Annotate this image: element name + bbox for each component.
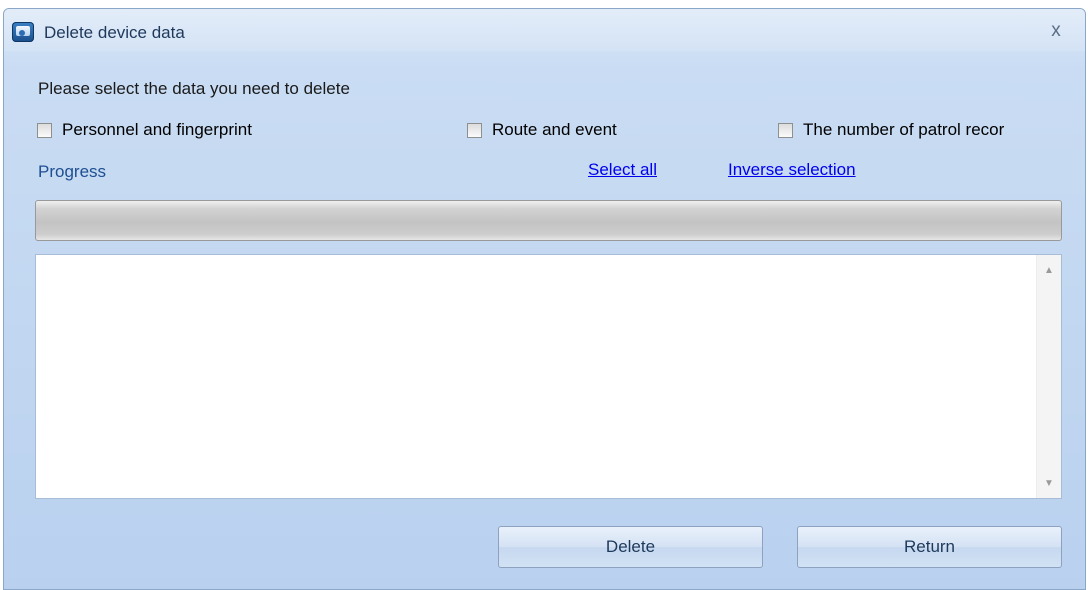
option-patrol-records[interactable]: The number of patrol recor <box>778 120 1004 140</box>
progress-label: Progress <box>38 162 107 181</box>
option-personnel-fingerprint[interactable]: Personnel and fingerprint <box>37 120 252 140</box>
scroll-down-arrow-icon[interactable]: ▼ <box>1037 472 1061 496</box>
instruction-text: Please select the data you need to delet… <box>38 79 350 98</box>
patrol-records-checkbox[interactable] <box>778 122 793 138</box>
scroll-up-arrow-icon[interactable]: ▲ <box>1037 259 1061 283</box>
app-icon <box>12 22 34 42</box>
close-button[interactable]: x <box>1045 20 1067 42</box>
log-textarea[interactable]: ▲ ▼ <box>35 254 1062 499</box>
log-content <box>36 255 1061 263</box>
personnel-fingerprint-label: Personnel and fingerprint <box>62 120 252 139</box>
vertical-scrollbar[interactable]: ▲ ▼ <box>1036 255 1061 498</box>
window-title: Delete device data <box>44 23 185 42</box>
option-route-event[interactable]: Route and event <box>467 120 617 140</box>
delete-device-data-dialog: Delete device data x Please select the d… <box>3 8 1086 590</box>
inverse-selection-link[interactable]: Inverse selection <box>728 160 856 180</box>
personnel-fingerprint-checkbox[interactable] <box>37 122 52 138</box>
patrol-records-label: The number of patrol recor <box>803 120 1005 139</box>
title-bar: Delete device data x <box>4 9 1085 51</box>
delete-button[interactable]: Delete <box>498 526 763 568</box>
select-all-link[interactable]: Select all <box>588 160 657 180</box>
progress-bar <box>35 200 1062 241</box>
return-button[interactable]: Return <box>797 526 1062 568</box>
route-event-checkbox[interactable] <box>467 122 482 138</box>
route-event-label: Route and event <box>492 120 617 139</box>
